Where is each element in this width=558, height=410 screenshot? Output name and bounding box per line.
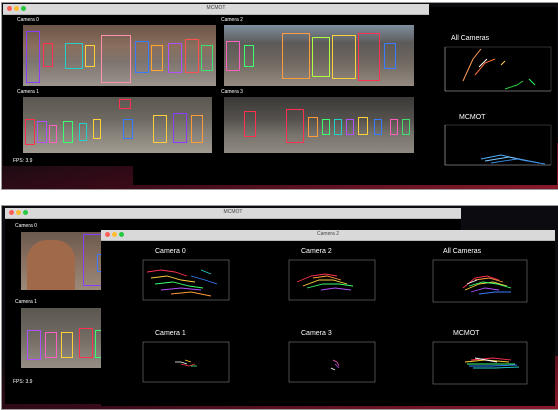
detection-box bbox=[63, 121, 73, 143]
detection-box bbox=[244, 45, 254, 67]
window-titlebar: Camera 2 bbox=[101, 230, 555, 241]
detection-box bbox=[119, 99, 131, 109]
window-title: Camera 2 bbox=[317, 231, 339, 237]
detection-box bbox=[286, 109, 304, 143]
plot-camera-2 bbox=[288, 259, 376, 301]
detection-box bbox=[101, 35, 131, 83]
detection-box bbox=[153, 115, 167, 143]
detection-box bbox=[85, 45, 95, 67]
plot-title-all-cameras: All Cameras bbox=[451, 35, 490, 42]
detection-box bbox=[282, 33, 310, 79]
detection-box bbox=[123, 119, 133, 139]
detection-box bbox=[168, 43, 182, 73]
detection-box bbox=[135, 41, 149, 73]
detection-box bbox=[79, 328, 93, 358]
plot-title-camera-2: Camera 2 bbox=[301, 248, 332, 255]
detection-box bbox=[402, 119, 410, 135]
window-title: MCMOT bbox=[206, 5, 226, 11]
plot-mcmot bbox=[432, 341, 528, 385]
detection-box bbox=[61, 332, 73, 358]
camera-label-3: Camera 3 bbox=[221, 89, 243, 95]
plot-all-cameras bbox=[444, 46, 552, 92]
plot-camera-1 bbox=[142, 341, 230, 383]
detection-box bbox=[332, 35, 356, 79]
detection-box bbox=[334, 119, 342, 135]
plot-all-cameras bbox=[432, 259, 528, 303]
camera-0-feed bbox=[23, 25, 216, 86]
detection-box bbox=[65, 43, 83, 69]
fps-readout: FPS: 3.9 bbox=[13, 379, 33, 385]
plot-mcmot bbox=[444, 124, 552, 166]
detection-box bbox=[384, 43, 396, 69]
camera-label-1: Camera 1 bbox=[15, 299, 37, 305]
plot-title-mcmot: MCMOT bbox=[459, 114, 486, 121]
detection-box bbox=[346, 119, 354, 135]
detection-box bbox=[322, 119, 330, 135]
detection-box bbox=[25, 119, 35, 145]
plot-title-camera-0: Camera 0 bbox=[155, 248, 186, 255]
detection-box bbox=[244, 111, 256, 137]
detection-box bbox=[37, 121, 47, 143]
plots-window: Camera 2 Camera 0 Camera 2 All Cameras C… bbox=[101, 230, 555, 406]
mcmot-window: MCMOT Camera 0 Camera 2 Camera 1 Camera … bbox=[3, 4, 429, 166]
detection-box bbox=[390, 119, 398, 135]
detection-box bbox=[173, 113, 187, 143]
plot-title-camera-3: Camera 3 bbox=[301, 330, 332, 337]
detection-box bbox=[151, 45, 163, 71]
top-screenshot: All Cameras MCMOT MCMOT Camera 0 Camera … bbox=[1, 2, 558, 190]
detection-box bbox=[358, 33, 380, 81]
plot-camera-0 bbox=[142, 259, 230, 301]
camera-label-0: Camera 0 bbox=[17, 17, 39, 23]
detection-box bbox=[312, 37, 330, 77]
plot-title-camera-1: Camera 1 bbox=[155, 330, 186, 337]
detection-box bbox=[201, 45, 213, 71]
camera-1-feed bbox=[21, 308, 111, 368]
detection-box bbox=[374, 119, 382, 135]
bottom-screenshot: MCMOT Camera 0 Camera 1 FPS: 3.9 Camera … bbox=[1, 205, 558, 410]
camera-0-feed bbox=[21, 232, 111, 290]
fps-readout: FPS: 3.9 bbox=[13, 158, 33, 164]
detection-box bbox=[43, 43, 53, 67]
detection-box bbox=[79, 123, 87, 141]
window-title: MCMOT bbox=[223, 209, 243, 215]
detection-box bbox=[93, 119, 101, 139]
detection-box bbox=[308, 117, 318, 137]
camera-label-1: Camera 1 bbox=[17, 89, 39, 95]
plot-title-all-cameras: All Cameras bbox=[443, 248, 482, 255]
camera-3-feed bbox=[224, 97, 414, 153]
detection-box bbox=[191, 115, 203, 143]
detection-box bbox=[49, 125, 57, 143]
plot-title-mcmot: MCMOT bbox=[453, 330, 480, 337]
detection-box bbox=[27, 330, 41, 360]
window-titlebar: MCMOT bbox=[3, 4, 429, 15]
detection-box bbox=[185, 39, 199, 73]
camera-label-2: Camera 2 bbox=[221, 17, 243, 23]
window-titlebar: MCMOT bbox=[5, 208, 461, 219]
detection-box bbox=[26, 31, 40, 83]
detection-box bbox=[226, 41, 240, 71]
camera-1-feed bbox=[23, 97, 212, 153]
detection-box bbox=[45, 332, 57, 358]
plot-camera-3 bbox=[288, 341, 376, 383]
detection-box bbox=[358, 117, 368, 135]
camera-label-0: Camera 0 bbox=[15, 223, 37, 229]
camera-2-feed bbox=[224, 25, 414, 86]
